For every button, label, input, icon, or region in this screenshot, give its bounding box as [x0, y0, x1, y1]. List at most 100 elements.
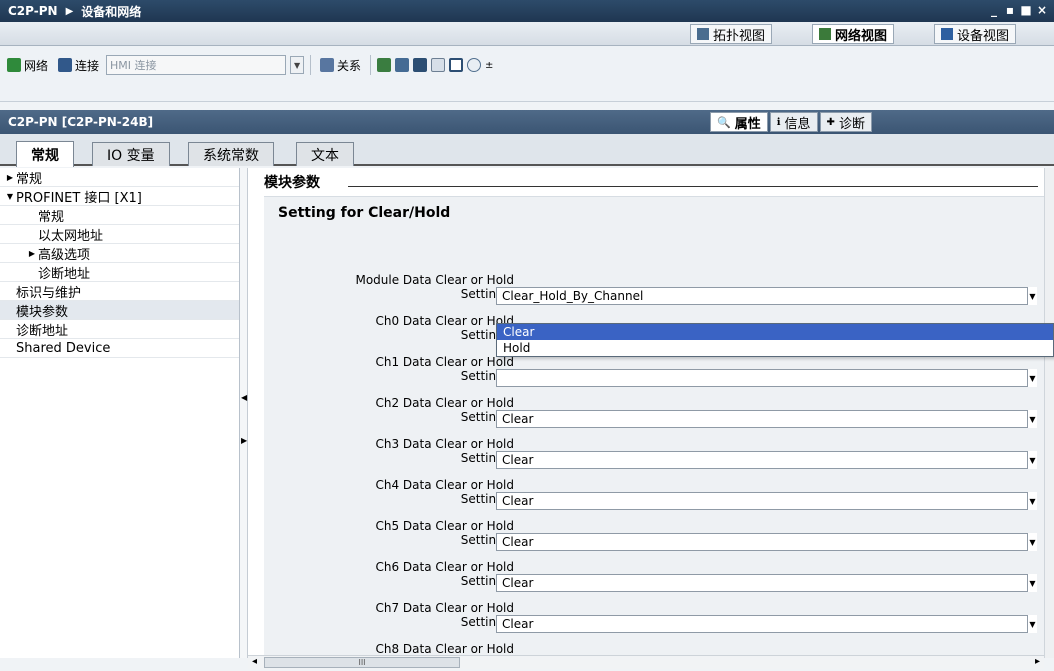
nav-item[interactable]: 诊断地址: [0, 263, 239, 282]
relation-label: 关系: [337, 58, 362, 73]
network-toolbar: 网络 连接 HMI 连接 ▼ 关系 ±: [0, 46, 1054, 102]
chevron-down-icon[interactable]: ▼: [1027, 410, 1037, 428]
nav-item[interactable]: Shared Device: [0, 339, 239, 358]
relation-button[interactable]: 关系: [317, 56, 364, 75]
param-select[interactable]: Clear ▼: [496, 451, 1037, 469]
chevron-down-icon[interactable]: ▼: [1027, 369, 1037, 387]
nav-item[interactable]: ▶ 高级选项: [0, 244, 239, 263]
collapsed-arrow-icon[interactable]: ▶: [4, 173, 16, 182]
property-tabs: 常规 IO 变量 系统常数 文本: [0, 134, 1054, 167]
minimize-icon[interactable]: _: [988, 3, 1000, 17]
nav-item[interactable]: 以太网地址: [0, 225, 239, 244]
hmi-connection-select[interactable]: HMI 连接: [106, 55, 287, 75]
tab-device-view[interactable]: 设备视图: [934, 24, 1017, 44]
scroll-left-icon[interactable]: ◂: [252, 656, 257, 667]
param-select[interactable]: ▼: [496, 369, 1037, 387]
tab-io-tags[interactable]: IO 变量: [92, 142, 170, 166]
tab-properties[interactable]: 🔍 属性: [710, 112, 768, 132]
tab-general[interactable]: 常规: [16, 141, 74, 167]
topology-view-label: 拓扑视图: [713, 28, 766, 44]
param-label-line2: Settings:: [460, 451, 514, 465]
nav-item-label: 常规: [16, 171, 43, 187]
window-titlebar: C2P-PN ▶ 设备和网络 _ ▪ ■ ×: [0, 0, 1054, 22]
param-value: Clear_Hold_By_Channel: [502, 289, 644, 303]
chevron-down-icon[interactable]: ▼: [1027, 533, 1037, 551]
param-label-line1: Ch1 Data Clear or Hold: [375, 355, 514, 369]
nav-item[interactable]: ▶ 常规: [0, 168, 239, 187]
connect-button[interactable]: 连接: [55, 56, 102, 75]
restore-icon[interactable]: ▪: [1004, 3, 1016, 17]
nav-item[interactable]: 常规: [0, 206, 239, 225]
horizontal-scrollbar[interactable]: ◂ III ▸: [248, 655, 1044, 669]
nav-item[interactable]: 模块参数: [0, 301, 239, 320]
param-row: Ch6 Data Clear or Hold Settings: Clear ▼: [264, 560, 1044, 592]
param-label-line1: Ch4 Data Clear or Hold: [375, 478, 514, 492]
close-icon[interactable]: ×: [1036, 3, 1048, 17]
nav-item-label: Shared Device: [16, 340, 111, 356]
zoom-icon[interactable]: [467, 58, 482, 72]
panel-icon[interactable]: [449, 58, 464, 72]
chevron-down-icon[interactable]: ▼: [1027, 492, 1037, 510]
nav-item[interactable]: ▼ PROFINET 接口 [X1]: [0, 187, 239, 206]
param-row: Module Data Clear or Hold Settings: Clear_…: [264, 273, 1044, 305]
section-title: 模块参数: [264, 175, 320, 191]
param-label-line1: Ch6 Data Clear or Hold: [375, 560, 514, 574]
nav-item-label: 诊断地址: [38, 266, 91, 282]
tab-system-constants[interactable]: 系统常数: [188, 142, 274, 166]
nav-item-label: 高级选项: [38, 247, 91, 263]
collapse-left-icon[interactable]: ◀: [241, 393, 247, 402]
window-title: 设备和网络: [81, 4, 142, 19]
param-label-line2: Settings:: [460, 492, 514, 506]
chevron-down-icon[interactable]: ▼: [1027, 451, 1037, 469]
option-hold[interactable]: Hold: [497, 340, 1053, 356]
grid-icon[interactable]: [431, 58, 446, 72]
zoom-dropdown-icon[interactable]: ±: [485, 60, 493, 71]
chevron-down-icon[interactable]: ▼: [1027, 574, 1037, 592]
param-value: Clear: [502, 412, 534, 426]
tab-network-view[interactable]: 网络视图: [812, 24, 895, 44]
param-select[interactable]: Clear ▼: [496, 574, 1037, 592]
param-select[interactable]: Clear ▼: [496, 615, 1037, 633]
tab-topology-view[interactable]: 拓扑视图: [690, 24, 773, 44]
network-tool-icon: [7, 58, 21, 72]
param-label: Ch1 Data Clear or Hold Settings:: [284, 355, 514, 383]
expanded-arrow-icon[interactable]: ▼: [4, 192, 16, 201]
param-label-line2: Settings:: [460, 369, 514, 383]
ch0-options-dropdown[interactable]: Clear Hold: [496, 323, 1054, 357]
vertical-scrollbar[interactable]: [1044, 168, 1054, 658]
param-label: Ch0 Data Clear or Hold Settings:: [284, 314, 514, 342]
plug-icon[interactable]: [395, 58, 410, 72]
group-title: Setting for Clear/Hold: [278, 205, 451, 221]
tab-diagnostics[interactable]: ✚ 诊断: [819, 112, 872, 132]
param-label-line2: Settings:: [460, 287, 514, 301]
scroll-thumb[interactable]: III: [264, 657, 460, 668]
param-select[interactable]: Clear ▼: [496, 492, 1037, 510]
tab-texts[interactable]: 文本: [296, 142, 354, 166]
scroll-right-icon[interactable]: ▸: [1035, 656, 1040, 667]
param-label-line1: Ch8 Data Clear or Hold: [375, 642, 514, 656]
nav-item[interactable]: 诊断地址: [0, 320, 239, 339]
splitter[interactable]: ◀ ▶: [240, 168, 248, 658]
param-select[interactable]: Clear ▼: [496, 410, 1037, 428]
param-row: Ch4 Data Clear or Hold Settings: Clear ▼: [264, 478, 1044, 510]
chevron-down-icon[interactable]: ▼: [1027, 287, 1037, 305]
network-button[interactable]: 网络: [4, 56, 51, 75]
collapsed-arrow-icon[interactable]: ▶: [26, 249, 38, 258]
chevron-down-icon[interactable]: ▼: [290, 56, 305, 74]
network-label: 网络: [24, 58, 49, 73]
device-view-label: 设备视图: [957, 28, 1010, 44]
table-icon[interactable]: [413, 58, 428, 72]
tab-info[interactable]: ℹ 信息: [769, 112, 818, 132]
toolbar-divider: [370, 55, 372, 75]
param-select[interactable]: Clear_Hold_By_Channel ▼: [496, 287, 1037, 305]
nav-item[interactable]: 标识与维护: [0, 282, 239, 301]
expand-right-icon[interactable]: ▶: [241, 436, 247, 445]
view-switcher: 拓扑视图 网络视图 设备视图: [0, 22, 1054, 46]
breadcrumb-arrow-icon: ▶: [65, 5, 74, 17]
overview-icon[interactable]: [1020, 56, 1034, 70]
chevron-down-icon[interactable]: ▼: [1027, 615, 1037, 633]
param-select[interactable]: Clear ▼: [496, 533, 1037, 551]
maximize-icon[interactable]: ■: [1020, 3, 1032, 17]
address-icon[interactable]: [377, 58, 392, 72]
option-clear[interactable]: Clear: [497, 324, 1053, 340]
